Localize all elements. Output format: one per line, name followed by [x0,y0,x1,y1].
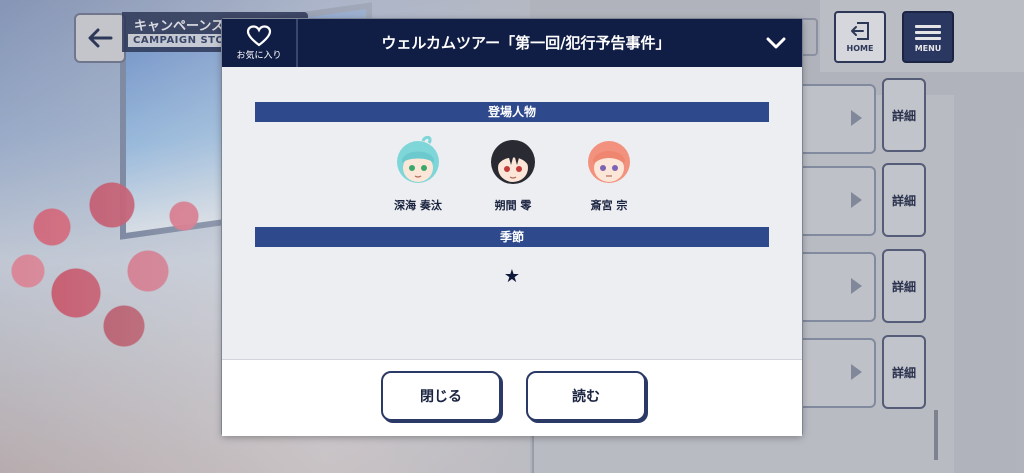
character-name: 朔間 零 [494,199,532,212]
close-button[interactable]: 閉じる [381,371,501,421]
characters-heading: 登場人物 [255,102,769,122]
character-avatar [491,140,535,184]
character-item[interactable]: 朔間 零 [473,135,553,213]
season-heading: 季節 [255,227,769,247]
dialog-title: ウェルカムツアー「第一回/犯行予告事件」 [381,34,671,52]
story-detail-dialog: お気に入り ウェルカムツアー「第一回/犯行予告事件」 登場人物 深海 奏汰 朔間… [222,19,802,436]
dialog-header: お気に入り ウェルカムツアー「第一回/犯行予告事件」 [222,19,802,67]
read-button[interactable]: 読む [526,371,646,421]
character-item[interactable]: 深海 奏汰 [378,135,458,213]
character-item[interactable]: 斎宮 宗 [569,135,649,213]
season-value: ★ [503,266,521,287]
chevron-down-icon [766,37,786,49]
character-name: 斎宮 宗 [590,199,628,212]
character-avatar [588,141,630,183]
favorite-label: お気に入り [236,51,282,61]
dialog-footer [222,359,802,436]
character-name: 深海 奏汰 [394,199,442,212]
character-avatar [397,135,439,183]
favorite-button[interactable]: お気に入り [222,19,298,67]
heart-icon [246,25,272,47]
collapse-button[interactable] [764,33,788,53]
